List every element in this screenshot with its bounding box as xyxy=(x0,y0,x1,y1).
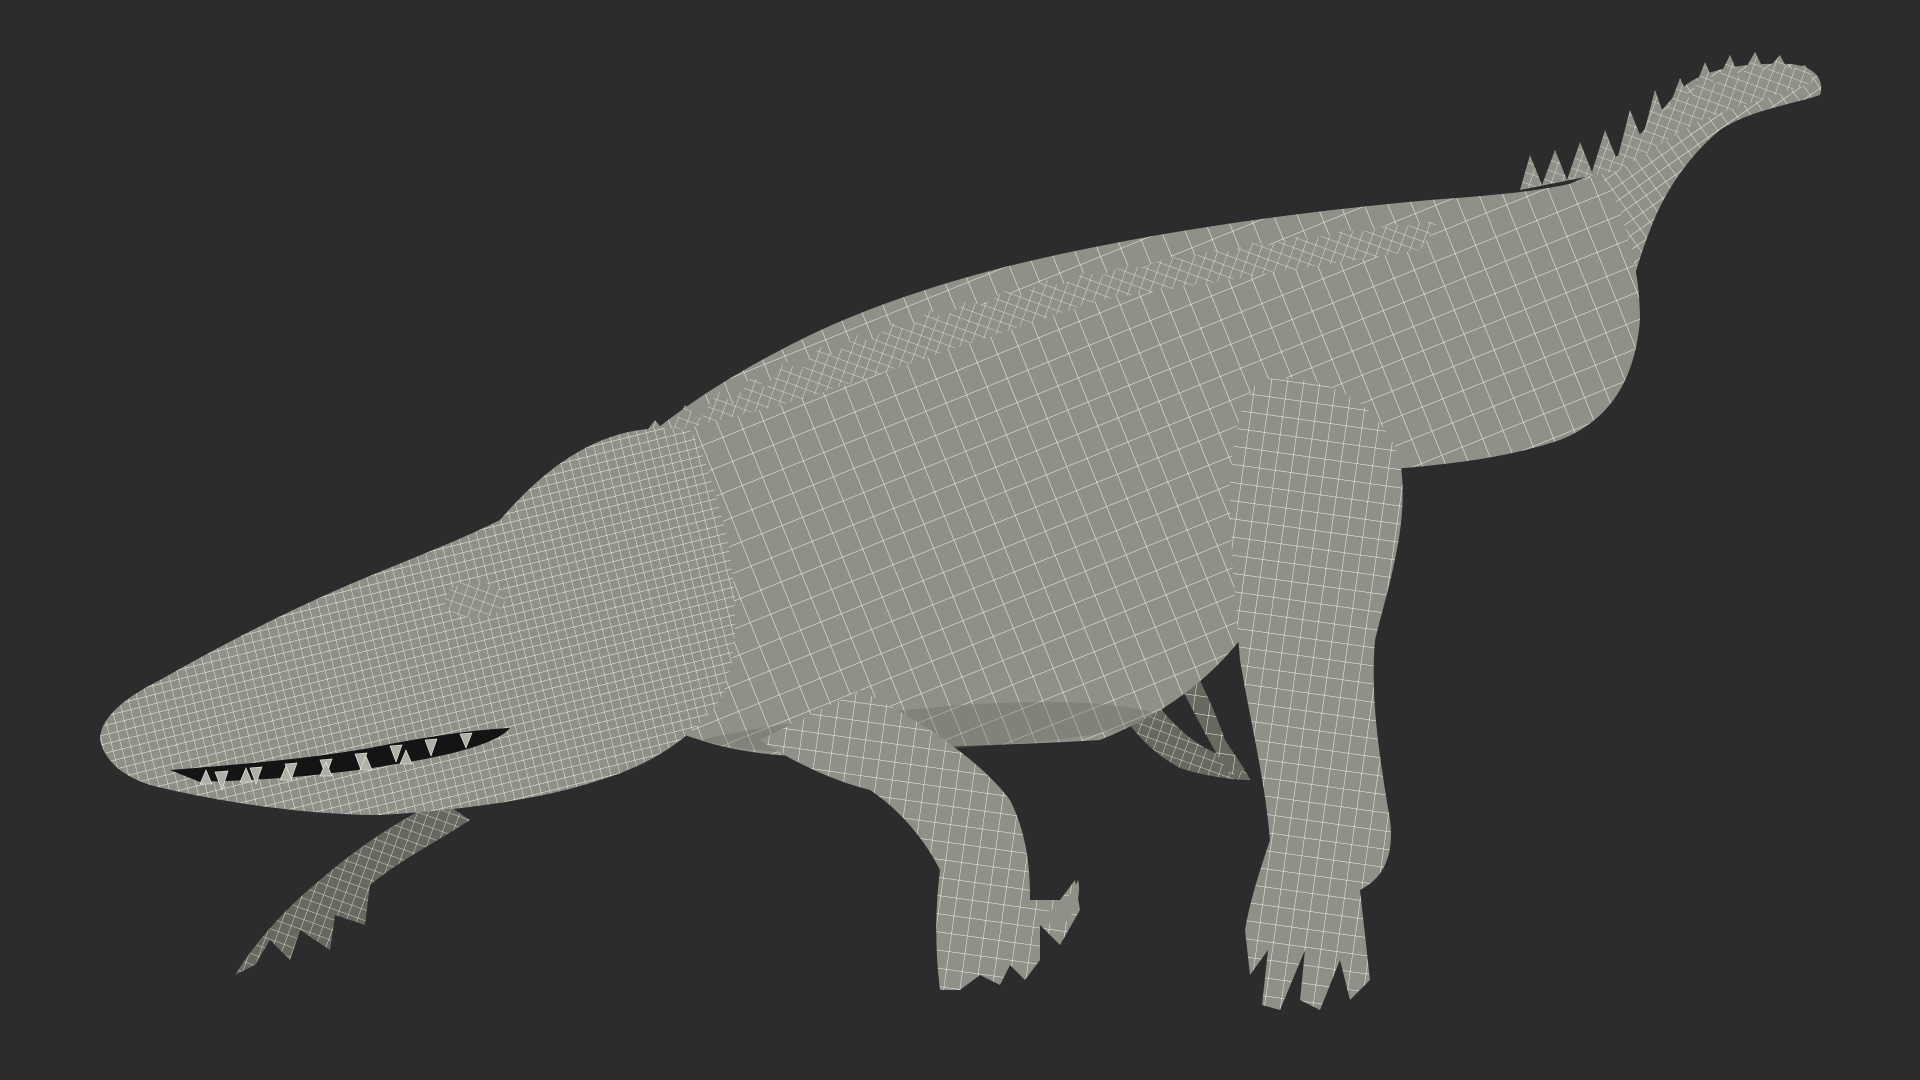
crocodile-wireframe-render xyxy=(100,52,1822,1011)
near-hind-leg xyxy=(1230,378,1403,1011)
render-viewport xyxy=(0,0,1920,1080)
head xyxy=(100,428,735,815)
far-front-leg xyxy=(235,800,470,975)
